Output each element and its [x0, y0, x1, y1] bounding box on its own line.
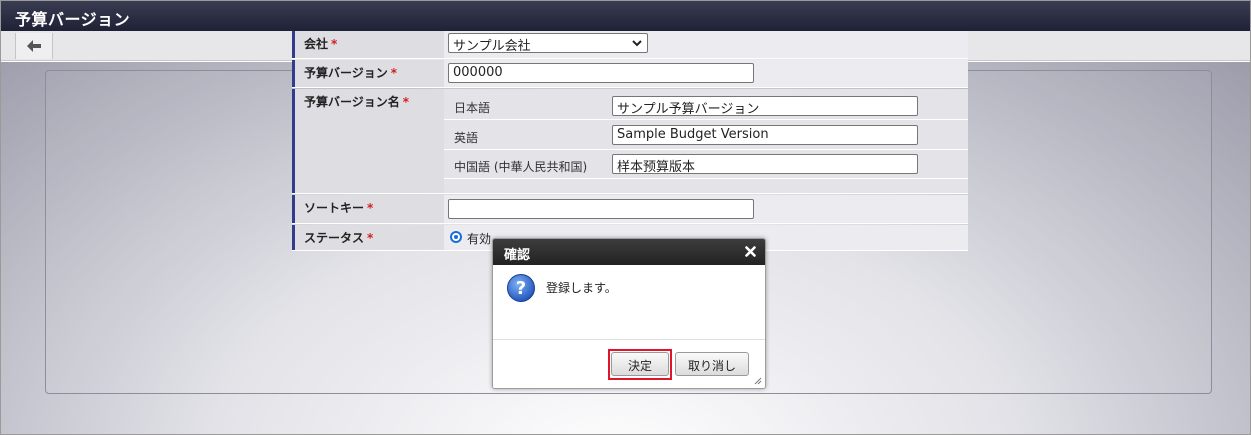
status-active-label: 有効	[467, 232, 492, 246]
page-title: 予算バージョン	[15, 10, 131, 29]
chevron-down-icon	[632, 40, 642, 47]
sort-key-label: ソートキー *	[292, 195, 442, 223]
status-active-radio[interactable]	[450, 231, 462, 243]
status-label: ステータス *	[292, 225, 442, 250]
locale-row-zh: 中国語 (中華人民共和国) 样本预算版本	[444, 150, 968, 179]
budget-version-label: 予算バージョン *	[292, 60, 442, 87]
dialog-message: 登録します。	[546, 281, 617, 295]
company-select[interactable]: サンプル会社	[448, 33, 648, 54]
close-icon[interactable]	[745, 246, 756, 257]
budget-version-name-row: 予算バージョン名 * 日本語 サンプル予算バージョン 英語 Sample Budg…	[292, 89, 968, 194]
locale-row-ja: 日本語 サンプル予算バージョン	[444, 91, 968, 120]
ok-button[interactable]: 決定	[611, 352, 669, 376]
name-ja-input[interactable]: サンプル予算バージョン	[612, 96, 918, 116]
title-bar: 予算バージョン	[1, 1, 1250, 31]
dialog-title: 確認	[504, 248, 531, 263]
arrow-left-icon	[27, 40, 41, 52]
sort-key-input[interactable]	[448, 199, 754, 219]
dialog-header: 確認	[493, 239, 765, 265]
company-label: 会社 *	[292, 31, 442, 58]
svg-text:?: ?	[516, 278, 526, 299]
question-icon: ?	[507, 274, 535, 302]
app-window: 予算バージョン 会社 * サンプル会社 予算バージョン * 000000 予算バ…	[0, 0, 1251, 435]
dialog-body: ? 登録します。	[493, 265, 765, 339]
name-en-input[interactable]: Sample Budget Version	[612, 125, 918, 145]
cancel-button[interactable]: 取り消し	[675, 352, 749, 376]
locale-row-en: 英語 Sample Budget Version	[444, 121, 968, 150]
budget-version-name-label: 予算バージョン名 *	[292, 89, 442, 193]
confirm-dialog: 確認 ? 登録します。 決定 取り消し	[492, 238, 766, 389]
budget-version-row: 予算バージョン * 000000	[292, 60, 968, 88]
budget-version-input[interactable]: 000000	[448, 63, 754, 83]
dialog-footer: 決定 取り消し	[493, 339, 765, 388]
back-button[interactable]	[15, 33, 53, 59]
resize-handle-icon[interactable]	[754, 377, 762, 385]
company-row: 会社 * サンプル会社	[292, 31, 968, 59]
sort-key-row: ソートキー *	[292, 195, 968, 224]
name-zh-input[interactable]: 样本预算版本	[612, 154, 918, 174]
